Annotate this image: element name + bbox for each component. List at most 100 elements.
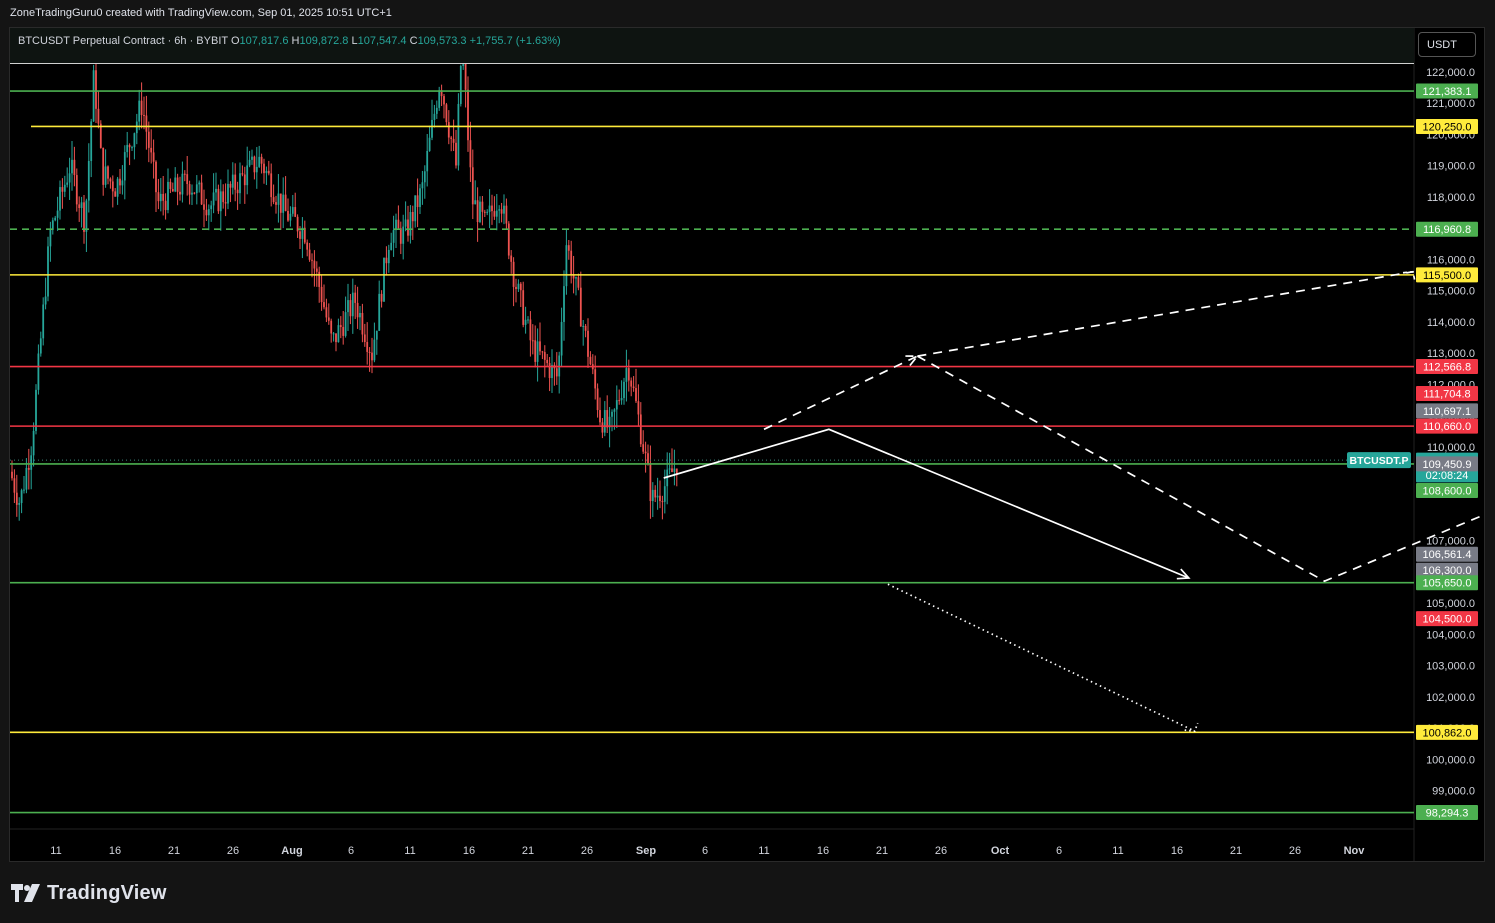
candle xyxy=(524,306,527,334)
candle xyxy=(234,163,237,202)
candle xyxy=(344,296,347,338)
candle xyxy=(289,206,292,227)
candle-body xyxy=(308,249,311,260)
candle xyxy=(599,397,601,426)
candle xyxy=(44,277,47,310)
candle xyxy=(553,362,556,386)
candle-body xyxy=(635,387,637,402)
candle-body xyxy=(656,495,659,498)
candle-body xyxy=(623,381,625,399)
tradingview-logo[interactable]: TradingView xyxy=(11,879,167,907)
candle xyxy=(215,172,217,201)
candle-body xyxy=(390,242,393,250)
y-tick-label: 122,000.0 xyxy=(1426,67,1475,79)
currency-button[interactable]: USDT xyxy=(1418,32,1476,57)
chart-area[interactable]: 122,000.0 121,000.0 120,000.0 119,000.0 118,… xyxy=(9,27,1485,862)
candle-body xyxy=(560,321,563,356)
candle xyxy=(176,173,179,206)
candle-body xyxy=(493,211,496,217)
candle-body xyxy=(102,147,105,185)
candle xyxy=(210,200,213,222)
candle-body xyxy=(421,182,424,189)
candle-body xyxy=(251,156,253,160)
candle-body xyxy=(409,211,412,236)
candle xyxy=(627,359,630,392)
candle-body xyxy=(555,368,558,377)
candle-body xyxy=(663,486,666,502)
candle-body xyxy=(587,330,589,357)
candle-body xyxy=(147,131,150,148)
candle-body xyxy=(279,193,282,213)
candle-body xyxy=(152,152,155,162)
candle xyxy=(236,181,239,210)
candle xyxy=(589,351,592,366)
y-tick-label: 121,000.0 xyxy=(1426,98,1475,110)
candle-body xyxy=(507,223,510,256)
candle-body xyxy=(327,317,330,321)
candle xyxy=(409,205,412,244)
candle xyxy=(423,165,426,199)
symbol-ohlc-line[interactable]: BTCUSDT Perpetual Contract · 6h · BYBIT … xyxy=(18,35,561,47)
candle xyxy=(315,261,318,287)
candle xyxy=(481,195,484,226)
candle-body xyxy=(479,201,481,223)
candle xyxy=(131,145,133,151)
candle xyxy=(119,168,121,194)
candle xyxy=(18,497,21,521)
candle-body xyxy=(198,182,201,185)
candle xyxy=(68,157,71,200)
candle xyxy=(467,76,469,152)
candle-body xyxy=(241,173,244,175)
candle-body xyxy=(277,193,280,205)
candle-body xyxy=(673,468,676,472)
candle-body xyxy=(224,202,227,204)
candle xyxy=(618,389,621,405)
x-tick-label: 16 xyxy=(109,845,121,857)
candle xyxy=(625,349,628,402)
candle xyxy=(23,475,25,494)
candle-body xyxy=(234,174,237,190)
candle-body xyxy=(59,187,61,211)
symbol-name[interactable]: BTCUSDT Perpetual Contract · 6h · BYBIT xyxy=(18,35,228,47)
x-tick-label: 21 xyxy=(1230,845,1242,857)
candle-body xyxy=(294,207,297,217)
candle xyxy=(291,194,294,217)
candle xyxy=(109,177,112,189)
candle-body xyxy=(642,444,645,452)
y-tick-label: 103,000.0 xyxy=(1426,661,1475,673)
candle xyxy=(179,176,181,201)
candle-body xyxy=(601,422,604,433)
price-chart[interactable]: 122,000.0121,000.0120,000.0119,000.0118,… xyxy=(10,28,1485,862)
candle-body xyxy=(541,351,544,353)
candle-body xyxy=(313,260,316,269)
candle-body xyxy=(486,211,489,213)
candle xyxy=(519,282,522,308)
candle xyxy=(135,113,138,145)
candle-body xyxy=(282,194,285,213)
candle xyxy=(246,146,249,195)
candle-body xyxy=(121,180,124,186)
candle xyxy=(567,239,570,260)
candle xyxy=(217,184,220,214)
x-tick-label: 6 xyxy=(348,845,354,857)
candle xyxy=(536,328,539,382)
candle-body xyxy=(90,121,93,161)
candle xyxy=(601,418,604,439)
candle-body xyxy=(443,96,445,105)
candle-body xyxy=(133,133,136,148)
candle-body xyxy=(342,326,345,336)
candle-body xyxy=(176,177,179,192)
candle xyxy=(219,179,222,231)
candle xyxy=(87,143,90,213)
open-key: O xyxy=(230,35,240,47)
candle xyxy=(579,271,582,327)
candle-body xyxy=(265,170,268,174)
candle-body xyxy=(323,302,325,308)
candle-body xyxy=(35,389,37,431)
candle-body xyxy=(253,156,256,173)
candle-body xyxy=(385,257,388,264)
candle xyxy=(416,178,419,228)
candle-body xyxy=(169,181,172,189)
projection-dashed-bc xyxy=(916,355,1484,583)
price-label: 112,566.8 xyxy=(1416,359,1478,375)
